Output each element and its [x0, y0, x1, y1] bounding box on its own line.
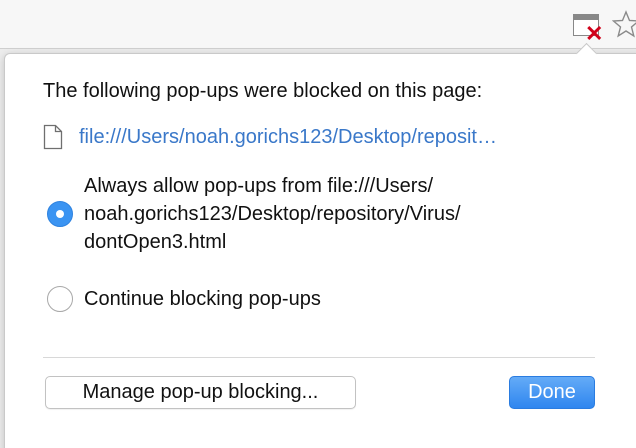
browser-window: ✕ The following pop-ups were blocked on …: [0, 0, 636, 448]
blocked-popup-link[interactable]: file:///Users/noah.gorichs123/Desktop/re…: [79, 126, 497, 149]
option-label-line: dontOpen3.html: [84, 231, 227, 253]
option-label-line: noah.gorichs123/Desktop/repository/Virus…: [84, 203, 461, 225]
done-button[interactable]: Done: [509, 376, 595, 409]
option-always-allow-label: Always allow pop-ups from file:///Users/…: [84, 172, 461, 256]
option-label-line: Always allow pop-ups from file:///Users/: [84, 175, 434, 197]
divider: [43, 357, 595, 358]
file-icon: [43, 124, 63, 150]
bubble-heading: The following pop-ups were blocked on th…: [43, 80, 483, 102]
option-always-allow[interactable]: Always allow pop-ups from file:///Users/…: [47, 175, 461, 256]
blocked-popup-item[interactable]: file:///Users/noah.gorichs123/Desktop/re…: [43, 124, 497, 150]
radio-always-allow[interactable]: [47, 201, 73, 227]
close-x-icon: ✕: [585, 21, 604, 46]
manage-popup-blocking-button[interactable]: Manage pop-up blocking...: [45, 376, 356, 409]
option-continue-blocking-label: Continue blocking pop-ups: [84, 288, 321, 310]
star-svg: [611, 10, 636, 38]
browser-toolbar: ✕: [0, 0, 636, 49]
popup-blocked-icon[interactable]: ✕: [569, 9, 605, 45]
radio-continue-blocking[interactable]: [47, 286, 73, 312]
option-continue-blocking[interactable]: Continue blocking pop-ups: [47, 286, 321, 313]
star-outline-icon[interactable]: [611, 10, 636, 38]
